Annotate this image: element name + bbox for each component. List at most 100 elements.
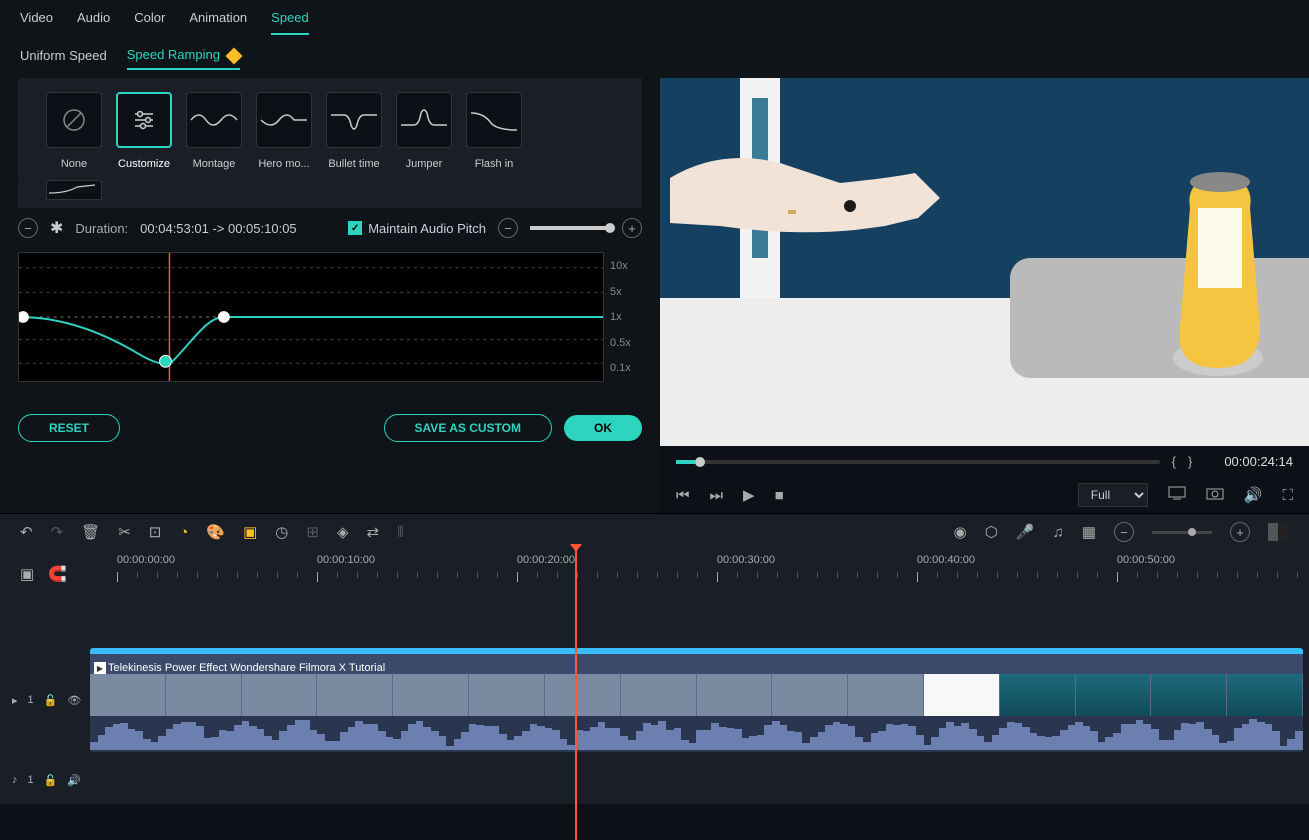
speed-icon[interactable]: ◔ xyxy=(179,524,188,541)
preset-montage-label: Montage xyxy=(193,158,236,170)
render-icon[interactable]: ◉ xyxy=(954,523,967,541)
timeline-zoom-out[interactable]: − xyxy=(1114,522,1134,542)
preset-grid: None Customize Montage xyxy=(18,78,642,180)
preset-flashin-label: Flash in xyxy=(475,158,514,170)
tab-color[interactable]: Color xyxy=(134,10,165,35)
mixer-icon[interactable]: ♫ xyxy=(1053,524,1064,541)
remove-keyframe-button[interactable]: − xyxy=(18,218,38,238)
brace-left: { xyxy=(1172,454,1176,469)
preview-scrub-bar[interactable] xyxy=(676,460,1160,464)
crop-icon[interactable]: ⊡ xyxy=(149,523,162,541)
video-track-number: 1 xyxy=(28,694,34,706)
lock-icon[interactable]: 🔓 xyxy=(44,694,58,707)
preset-jumper[interactable] xyxy=(396,92,452,148)
ok-button[interactable]: OK xyxy=(564,415,642,441)
next-frame-icon[interactable]: ⏭ xyxy=(710,487,724,504)
audio-track-icon: ♪ xyxy=(12,774,18,786)
tab-audio[interactable]: Audio xyxy=(77,10,110,35)
label-05x: 0.5x xyxy=(610,337,642,349)
magnet-icon[interactable]: 🧲 xyxy=(48,565,67,583)
graph-y-labels: 10x 5x 1x 0.5x 0.1x xyxy=(604,252,642,382)
play-icon[interactable]: ▶ xyxy=(743,486,755,504)
label-5x: 5x xyxy=(610,286,642,298)
tab-video[interactable]: Video xyxy=(20,10,53,35)
timeline-ruler[interactable]: 00:00:00:00 00:00:10:00 00:00:20:00 00:0… xyxy=(117,554,1309,594)
maintain-pitch-label: Maintain Audio Pitch xyxy=(368,221,486,236)
preview-timecode: 00:00:24:14 xyxy=(1224,454,1293,469)
text-effect-icon[interactable]: ▣ xyxy=(243,523,257,541)
reset-button[interactable]: RESET xyxy=(18,414,120,442)
voiceover-icon[interactable]: 🎤 xyxy=(1016,523,1035,541)
snapshot-icon[interactable] xyxy=(1206,486,1224,504)
display-icon[interactable] xyxy=(1168,486,1186,504)
preset-none-label: None xyxy=(61,158,87,170)
mark-50: 00:00:50:00 xyxy=(1117,554,1175,566)
preset-bullet-label: Bullet time xyxy=(328,158,379,170)
preset-hero-label: Hero mo... xyxy=(258,158,309,170)
zoom-out-button[interactable]: − xyxy=(498,218,518,238)
preset-montage[interactable] xyxy=(186,92,242,148)
redo-icon[interactable]: ↷ xyxy=(51,523,64,541)
video-track-icon: ▸ xyxy=(12,694,18,707)
delete-icon[interactable]: 🗑 xyxy=(81,523,100,541)
tab-animation[interactable]: Animation xyxy=(189,10,247,35)
hero-curve-icon xyxy=(259,105,309,135)
brace-right: } xyxy=(1188,454,1192,469)
thumbnail-icon[interactable]: ▦ xyxy=(1082,523,1096,541)
audio-mute-icon[interactable]: 🔊 xyxy=(67,774,81,787)
save-as-custom-button[interactable]: SAVE AS CUSTOM xyxy=(384,414,552,442)
audio-wave-icon[interactable]: ⦀ xyxy=(397,524,404,541)
color-icon[interactable]: 🎨 xyxy=(206,523,225,541)
subtab-speed-ramping[interactable]: Speed Ramping xyxy=(127,47,240,70)
clip-title: Telekinesis Power Effect Wondershare Fil… xyxy=(108,662,385,674)
preset-hero-moment[interactable] xyxy=(256,92,312,148)
adjust-icon[interactable]: ⇄ xyxy=(367,523,380,541)
preset-flash-in[interactable] xyxy=(466,92,522,148)
stop-icon[interactable]: ■ xyxy=(775,487,784,504)
fit-icon[interactable]: ⊞ xyxy=(306,523,319,541)
timeline-playhead[interactable] xyxy=(575,550,577,840)
volume-icon[interactable]: 🔊 xyxy=(1244,486,1263,504)
preview-quality-select[interactable]: Full xyxy=(1078,483,1148,507)
clip-play-icon: ▶ xyxy=(94,662,106,674)
zoom-slider[interactable] xyxy=(530,226,610,230)
undo-icon[interactable]: ↶ xyxy=(20,523,33,541)
visibility-icon[interactable]: 👁 xyxy=(67,694,81,707)
preset-none[interactable] xyxy=(46,92,102,148)
maintain-pitch-checkbox[interactable]: ✓ xyxy=(348,221,362,235)
timeline-zoom-in[interactable]: + xyxy=(1230,522,1250,542)
premium-diamond-icon xyxy=(225,47,242,64)
timeline-toolbar: ↶ ↷ 🗑 ✂ ⊡ ◔ 🎨 ▣ ◷ ⊞ ◈ ⇄ ⦀ ◉ ⬡ 🎤 ♫ ▦ − + xyxy=(0,513,1309,550)
speed-ramp-graph: 10x 5x 1x 0.5x 0.1x xyxy=(18,252,642,382)
preview-panel: { } 00:00:24:14 ⏮ ⏭ ▶ ■ Full 🔊 ⛶ xyxy=(660,78,1309,513)
speed-subtabs: Uniform Speed Speed Ramping xyxy=(0,35,1309,78)
sliders-icon xyxy=(130,106,158,134)
marker-icon[interactable]: ⬡ xyxy=(985,523,998,541)
ramp-curve-editor[interactable] xyxy=(18,252,604,382)
prev-frame-icon[interactable]: ⏮ xyxy=(676,487,690,504)
preset-customize[interactable] xyxy=(116,92,172,148)
timeline-menu-icon[interactable]: ▣ xyxy=(20,565,34,583)
duration-label: Duration: xyxy=(75,221,128,236)
freeze-frame-icon[interactable]: ✱ xyxy=(50,218,63,238)
preset-bullet-time[interactable] xyxy=(326,92,382,148)
action-buttons: RESET SAVE AS CUSTOM OK xyxy=(0,392,660,454)
duration-icon[interactable]: ◷ xyxy=(275,523,288,541)
preview-viewport[interactable] xyxy=(660,78,1309,446)
zoom-in-button[interactable]: + xyxy=(622,218,642,238)
audio-lock-icon[interactable]: 🔓 xyxy=(44,774,58,787)
split-icon[interactable]: ✂ xyxy=(118,523,131,541)
video-clip[interactable]: ▶ Telekinesis Power Effect Wondershare F… xyxy=(90,648,1303,752)
compare-toggle-icon[interactable] xyxy=(1268,523,1289,541)
montage-curve-icon xyxy=(189,105,239,135)
flashin-curve-icon xyxy=(469,105,519,135)
preview-toolbar: ⏮ ⏭ ▶ ■ Full 🔊 ⛶ xyxy=(660,477,1309,513)
preset-flash-out[interactable] xyxy=(46,180,102,200)
timeline-zoom-slider[interactable] xyxy=(1152,531,1212,534)
preset-jumper-label: Jumper xyxy=(406,158,443,170)
fullscreen-icon[interactable]: ⛶ xyxy=(1282,487,1293,504)
speed-panel: None Customize Montage xyxy=(0,78,660,513)
subtab-uniform-speed[interactable]: Uniform Speed xyxy=(20,48,107,69)
tab-speed[interactable]: Speed xyxy=(271,10,309,35)
keyframe-icon[interactable]: ◈ xyxy=(337,523,349,541)
